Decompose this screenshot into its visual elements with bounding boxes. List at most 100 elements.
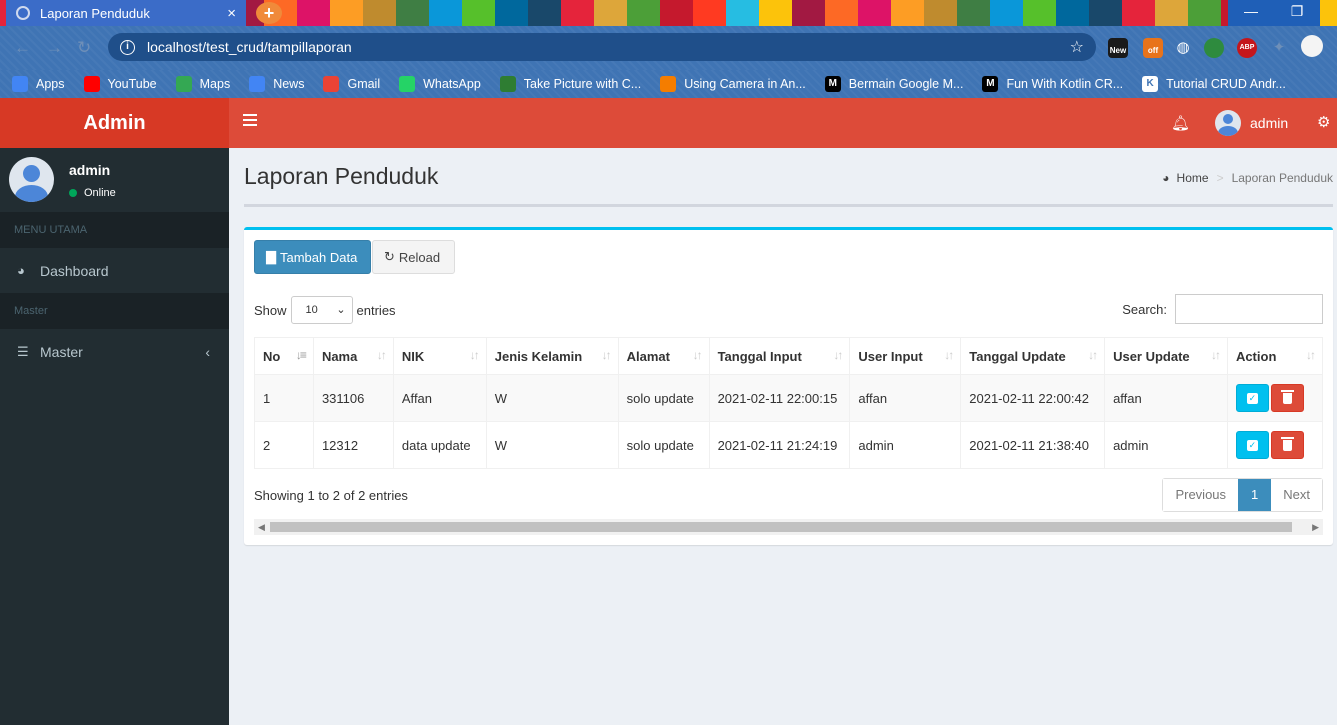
sidebar-item-dashboard[interactable]: ◕ Dashboard [0,248,229,293]
column-header[interactable]: User Input ↓↑ [849,337,962,375]
top-user-name[interactable]: admin [1250,115,1288,131]
table-cell: W [485,421,619,469]
bookmark-item[interactable]: M Bermain Google M... [824,76,963,92]
sidebar-item-master[interactable]: ☰ Master ‹ [0,329,229,374]
column-header-label: Action [1235,348,1277,364]
page-loading-icon [16,6,30,20]
bookmark-item[interactable]: Maps [175,76,230,92]
whatsapp-icon [399,76,416,92]
column-header[interactable]: Nama ↓↑ [312,337,394,375]
column-header[interactable]: Alamat ↓↑ [617,337,710,375]
entries-label: entries [356,302,396,318]
sort-icon: ↓↑ [833,348,843,362]
medium-icon: M [824,76,841,92]
forward-arrow-icon[interactable]: → [46,38,63,58]
minimize-window-button[interactable]: — [1228,0,1274,26]
column-header-label: User Input [858,348,923,364]
back-arrow-icon[interactable]: ← [14,38,31,58]
trash-icon [1280,389,1294,404]
menu-header-master: Master [0,293,229,329]
table-cell: 2021-02-11 22:00:15 [708,374,851,422]
bookmark-label: Fun With Kotlin CR... [1006,77,1124,91]
extension-earth-icon[interactable] [1204,38,1224,58]
search-input[interactable] [1175,294,1323,324]
bookmark-label: News [273,77,305,91]
chevron-down-icon: ⌄ [336,304,346,316]
column-header[interactable]: NIK ↓↑ [392,337,487,375]
table-cell: 2 [254,421,314,469]
restore-window-button[interactable]: ❐ [1274,0,1320,26]
search-label: Search: [1122,301,1167,317]
horizontal-scrollbar[interactable]: ◀ ▶ [254,519,1323,535]
scroll-left-arrow-icon[interactable]: ◀ [258,519,265,535]
menu-header-main: MENU UTAMA [0,212,229,248]
delete-button[interactable] [1270,431,1304,459]
bookmark-label: Using Camera in An... [684,77,806,91]
column-header[interactable]: No ↓≡ [254,337,314,375]
brand-logo[interactable]: Admin [0,98,229,148]
adblock-plus-icon[interactable]: ABP [1237,38,1257,58]
settings-gears-icon[interactable]: ⚙ [1317,113,1330,131]
notification-bell-icon[interactable]: 🔔︎ [1171,114,1190,132]
extensions-puzzle-icon[interactable]: ✦ [1269,38,1289,58]
data-table: No ↓≡ Nama ↓↑ NIK ↓↑ Jenis Kelamin ↓↑ Alamat ↓↑ Ta… [254,337,1324,469]
apps-grid-icon [12,76,28,92]
column-header[interactable]: Jenis Kelamin ↓↑ [485,337,619,375]
address-bar-url[interactable]: localhost/test_crud/tampillaporan [147,39,1070,55]
maps-icon [175,76,192,92]
reload-button[interactable]: ↻ Reload [372,240,455,274]
pagination-previous[interactable]: Previous [1163,479,1239,511]
bookmark-item[interactable]: WhatsApp [399,76,481,92]
bookmark-item[interactable]: Apps [12,76,65,92]
close-tab-icon[interactable]: × [227,5,236,22]
pagination-next[interactable]: Next [1271,479,1322,511]
column-header-label: User Update [1113,348,1190,364]
scrollbar-thumb[interactable] [270,522,1292,532]
sidebar-toggle-icon[interactable] [243,114,257,129]
user-panel: admin Online [0,148,229,212]
page-length-select[interactable]: 10 ⌄ [290,296,353,324]
bookmark-item[interactable]: News [249,76,304,92]
column-header[interactable]: Tanggal Update ↓↑ [960,337,1106,375]
site-info-icon[interactable]: i [120,39,135,55]
chevron-left-icon: ‹ [205,343,210,360]
new-tab-button[interactable]: + [256,2,282,24]
sort-icon: ↓↑ [601,348,612,362]
delete-button[interactable] [1270,384,1304,412]
bookmark-item[interactable]: M Fun With Kotlin CR... [982,76,1123,92]
column-header[interactable]: Tanggal Input ↓↑ [708,337,851,375]
extension-off-icon[interactable]: off [1143,38,1163,58]
extension-new-icon[interactable]: New [1108,38,1128,58]
breadcrumb-home-link[interactable]: Home [1177,171,1209,185]
globe-extension-icon[interactable]: ◍ [1173,38,1193,58]
action-cell: ✓ [1226,421,1324,469]
bookmark-item[interactable]: Take Picture with C... [499,76,642,92]
top-navbar: 🔔︎ admin ⚙ [229,98,1337,148]
reload-icon[interactable]: ↻ [77,38,91,58]
breadcrumb-current: Laporan Penduduk [1231,171,1333,185]
scroll-right-arrow-icon[interactable]: ▶ [1312,519,1319,535]
bookmark-item[interactable]: Using Camera in An... [660,76,806,92]
bookmark-star-icon[interactable]: ☆ [1070,37,1084,57]
bookmark-item[interactable]: YouTube [83,76,157,92]
edit-button[interactable]: ✓ [1235,384,1269,412]
table-cell: admin [1104,421,1228,469]
bookmark-item[interactable]: K Tutorial CRUD Andr... [1142,76,1286,92]
profile-avatar[interactable] [1301,35,1323,57]
browser-tab-active[interactable]: Laporan Penduduk × [6,0,246,26]
address-bar[interactable]: i localhost/test_crud/tampillaporan ☆ [108,33,1096,61]
blogger-icon [660,76,677,92]
bookmark-item[interactable]: Gmail [323,76,380,92]
data-box: ▇ Tambah Data ↻ Reload Show 10 ⌄ entries… [244,227,1333,545]
browser-tab-title: Laporan Penduduk [40,5,150,21]
add-data-button[interactable]: ▇ Tambah Data [254,240,371,274]
pagination-page-1[interactable]: 1 [1238,479,1272,511]
column-header[interactable]: User Update ↓↑ [1104,337,1228,375]
header-divider [244,204,1333,207]
sort-icon: ↓↑ [692,348,703,362]
bookmark-label: Take Picture with C... [523,77,642,91]
column-header[interactable]: Action ↓↑ [1226,337,1324,375]
table-cell: affan [849,374,962,422]
edit-button[interactable]: ✓ [1235,431,1269,459]
avatar[interactable] [1215,110,1241,136]
